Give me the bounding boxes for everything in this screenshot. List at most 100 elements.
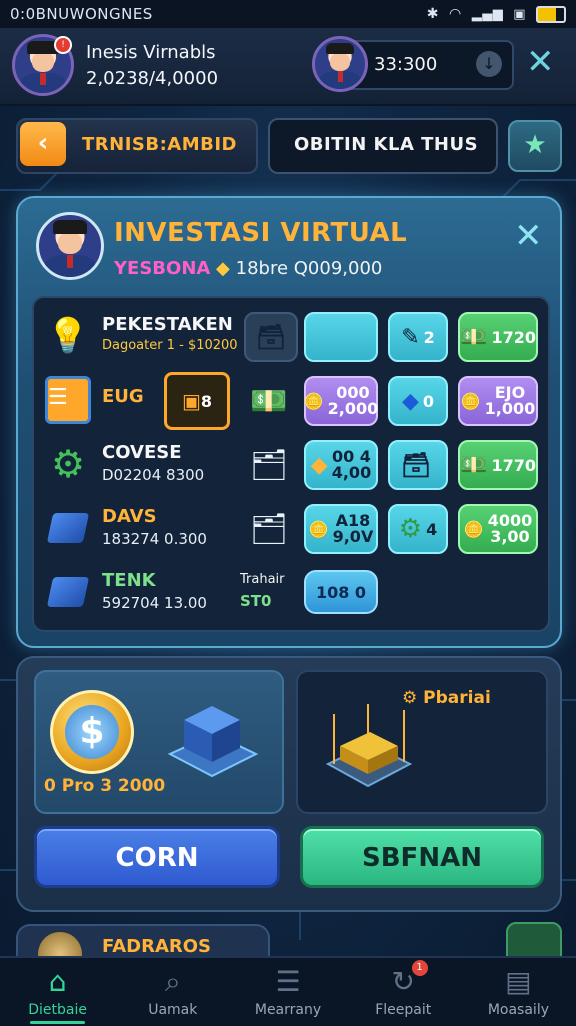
tower-card[interactable]: ⚙ Pbariai — [296, 670, 548, 814]
nav-item-home[interactable]: ⌂ Dietbaie — [0, 958, 115, 1026]
nav-label: Mearrany — [254, 1002, 322, 1018]
tile-r4-c2[interactable]: 🪙 A18 9,0V — [304, 504, 378, 554]
panel-title: INVESTASI VIRTUAL — [114, 218, 408, 248]
cash-stack-icon: 🗂 — [249, 511, 289, 547]
document-icon: ☰ — [275, 965, 301, 998]
tower-label: ⚙ Pbariai — [402, 688, 491, 708]
bottom-navigation: ⌂ Dietbaie ⌕ Uamak ☰ Mearrany ↻ 1 Fleepa… — [0, 956, 576, 1026]
chip-icon: ◆ — [401, 388, 419, 414]
corn-button[interactable]: CORN — [34, 826, 280, 888]
cash-icon: 💵 — [460, 324, 488, 350]
server-icon — [167, 706, 259, 778]
gem-icon: ◆ — [216, 258, 236, 279]
cash-stack-icon: 🗂 — [249, 447, 289, 483]
tile-line: 9,0V — [332, 527, 374, 546]
tile-r2-c4[interactable]: 🪙 EJO 1,000 — [458, 376, 538, 426]
tile-r1-c3[interactable]: ✎ 2 — [388, 312, 448, 362]
download-icon[interactable]: ↓ — [476, 51, 502, 77]
tile-value: 1720 — [491, 327, 536, 347]
gear-icon: ⚙ — [50, 442, 86, 486]
panel-subtitle: YESBONA ◆ 18bre Q009,000 — [114, 258, 382, 279]
coin-price: 0 Pro 3 2000 — [44, 776, 166, 796]
investment-row[interactable]: DAVS 183274 0.300 🗂 🪙 A18 9,0V ⚙ 4 🪙 4000 3,0… — [34, 498, 548, 556]
investment-row[interactable]: ☰ EUG ▣ 8 💵 🪙 000 2,000 ◆ 0 🪙 EJO 1,000 — [34, 370, 548, 430]
wire-icon: ✎ — [401, 324, 420, 350]
tile-r3-c2[interactable]: ◆ 00 4 4,00 — [304, 440, 378, 490]
tile-r3-c3[interactable]: 🗃 — [388, 440, 448, 490]
tile-r4-c4[interactable]: 🪙 4000 3,00 — [458, 504, 538, 554]
search-icon: ⌕ — [164, 965, 181, 998]
nav-label: Uamak — [148, 1002, 198, 1018]
row-sub: 183274 0.300 — [102, 530, 207, 548]
cube-icon — [44, 568, 92, 616]
investment-row[interactable]: ⚙ COVESE D02204 8300 🗂 ◆ 00 4 4,00 🗃 💵 1770 — [34, 434, 548, 492]
panel-avatar — [36, 212, 104, 280]
tile-line: 1,000 — [484, 399, 536, 418]
profile-notification-badge: ! — [54, 36, 72, 54]
investment-row[interactable]: TENK 592704 13.00 Trahair ST0 108 0 — [34, 562, 548, 620]
battery-icon — [536, 5, 566, 23]
tile-line: 3,00 — [490, 527, 530, 546]
cube-icon — [44, 504, 92, 552]
profile-name: Inesis Virnabls — [86, 42, 216, 63]
row-name: DAVS — [102, 506, 157, 527]
empty-slot-tile[interactable] — [304, 312, 378, 362]
nav-badge: 1 — [411, 960, 428, 976]
signal-icon: ▂▄▆ — [471, 6, 504, 22]
status-bar: 0:0BNUWONGNES ✱ ◠ ▂▄▆ ▣ — [0, 0, 576, 28]
tile-r2-c3[interactable]: ◆ 0 — [388, 376, 448, 426]
sbfnan-button[interactable]: SBFNAN — [300, 826, 544, 888]
ledger-icon: ☰ — [44, 376, 92, 424]
box-tile[interactable]: ▣ 8 — [164, 372, 230, 430]
coin-icon: 🪙 — [308, 519, 329, 539]
panel-sub-value: 18bre Q009,000 — [235, 258, 383, 279]
lightbulb-icon: 💡 — [46, 316, 90, 356]
investment-panel: INVESTASI VIRTUAL YESBONA ◆ 18bre Q009,0… — [16, 196, 562, 648]
star-icon[interactable]: ★ — [508, 120, 562, 172]
tile-r3-c4[interactable]: 💵 1770 — [458, 440, 538, 490]
investment-grid: 💡 PEKESTAKEN Dagoater 1 - $10200 🗃 ✎ 2 💵 1… — [32, 296, 550, 632]
briefcase-icon: ▤ — [505, 965, 532, 998]
nav-item-search[interactable]: ⌕ Uamak — [115, 958, 230, 1026]
tile-r2-c2[interactable]: 🪙 000 2,000 — [304, 376, 378, 426]
chevron-left-icon[interactable]: ‹ — [20, 122, 66, 166]
tile-value: 2 — [423, 327, 435, 347]
coin-icon: 🪙 — [303, 391, 324, 411]
tile-r5-c2[interactable]: 108 0 — [304, 570, 378, 614]
coin-icon: 🪙 — [460, 391, 481, 411]
coin-card[interactable]: $ 0 Pro 3 2000 — [34, 670, 284, 814]
coin-balance-box[interactable]: 33:300 ↓ — [344, 40, 514, 90]
row-name: COVESE — [102, 442, 182, 463]
tile-r4-c3[interactable]: ⚙ 4 — [388, 504, 448, 554]
nav-item-document[interactable]: ☰ Mearrany — [230, 958, 345, 1026]
panel-close-icon[interactable]: ✕ — [514, 218, 543, 254]
tile-value: 4 — [426, 519, 438, 539]
tile-line: 2,000 — [327, 399, 379, 418]
close-icon[interactable]: ✕ — [526, 44, 555, 80]
row-name: EUG — [102, 386, 144, 407]
tile-value: 1770 — [491, 455, 536, 475]
cash-stack-icon[interactable]: 🗃 — [244, 312, 298, 362]
back-tab-label: TRNISB:AMBID — [82, 134, 237, 155]
cash-icon: 💵 — [250, 383, 288, 419]
investment-row[interactable]: 💡 PEKESTAKEN Dagoater 1 - $10200 🗃 ✎ 2 💵 1… — [34, 306, 548, 364]
row-name: TENK — [102, 570, 156, 591]
home-icon: ⌂ — [48, 965, 67, 998]
gear-icon: ⚙ — [402, 688, 424, 708]
tile-value: 108 0 — [315, 582, 367, 602]
row-name: PEKESTAKEN — [102, 314, 233, 335]
nav-label: Dietbaie — [28, 1002, 87, 1018]
cash-stack-icon: 🗃 — [400, 451, 432, 479]
sim-icon: ▣ — [513, 6, 526, 22]
row-mid-label: Trahair — [240, 572, 285, 587]
nav-item-briefcase[interactable]: ▤ Moasaily — [461, 958, 576, 1026]
tab-row: ‹ TRNISB:AMBID OBITIN KLA THUS ★ — [0, 118, 576, 174]
panel-sub-tag: YESBONA — [114, 258, 211, 279]
back-tab[interactable]: ‹ TRNISB:AMBID — [16, 118, 258, 174]
secondary-tab[interactable]: OBITIN KLA THUS — [268, 118, 498, 174]
nav-item-refresh[interactable]: ↻ 1 Fleepait — [346, 958, 461, 1026]
coin-balance-value: 33:300 — [374, 54, 438, 75]
box-tile-value: 8 — [200, 391, 213, 411]
status-text: 0:0BNUWONGNES — [10, 5, 153, 23]
tile-r1-c4[interactable]: 💵 1720 — [458, 312, 538, 362]
